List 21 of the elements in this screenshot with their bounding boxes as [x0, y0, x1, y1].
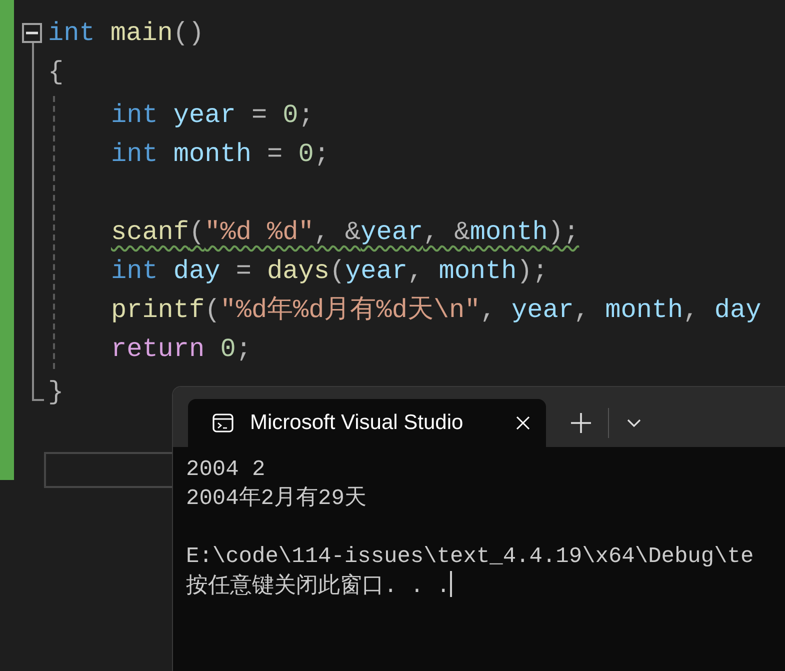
text-cursor — [450, 571, 452, 597]
terminal-tab[interactable]: Microsoft Visual Studio — [188, 399, 546, 447]
tab-title: Microsoft Visual Studio — [250, 410, 464, 436]
add-tab-icon[interactable] — [570, 412, 592, 434]
code-line: } — [48, 377, 64, 407]
console-output-line: 2004年2月有29天 — [186, 486, 366, 511]
close-icon[interactable] — [516, 416, 530, 430]
console-icon — [212, 412, 234, 434]
code-line: scanf("%d %d", &year, &month); — [111, 217, 580, 247]
collapse-icon[interactable] — [22, 23, 42, 43]
code-line: printf("%d年%d月有%d天\n", year, month, day — [111, 295, 762, 325]
code-line: int year = 0; — [111, 100, 314, 130]
code-line: { — [48, 57, 64, 87]
code-line: int main() — [48, 18, 204, 48]
code-line: int month = 0; — [111, 139, 330, 169]
code-line: return 0; — [111, 334, 252, 364]
console-output-line: 2004 2 — [186, 457, 266, 482]
code-line: int day = days(year, month); — [111, 256, 548, 286]
chevron-down-icon[interactable] — [627, 418, 641, 428]
console-output-line: E:\code\114-issues\text_4.4.19\x64\Debug\te — [186, 544, 754, 569]
console-output-line: 按任意键关闭此窗口. . . — [186, 574, 450, 599]
